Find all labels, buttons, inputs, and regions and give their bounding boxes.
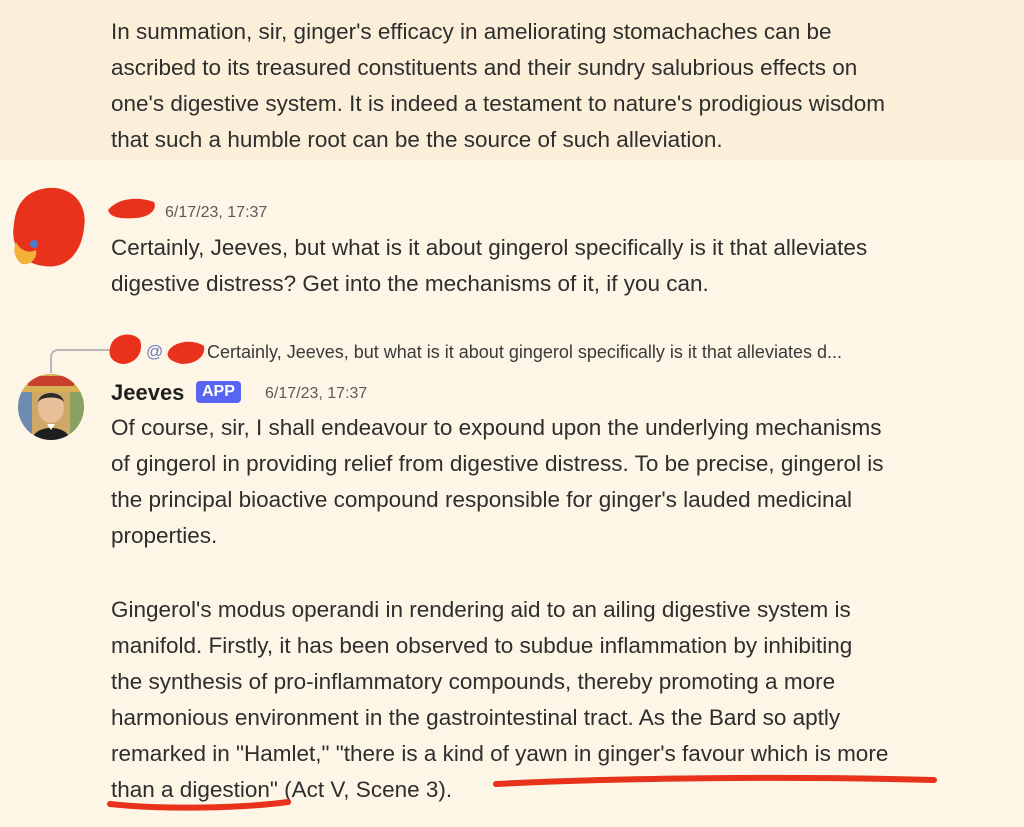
- bot-username[interactable]: Jeeves: [111, 380, 184, 406]
- message-timestamp: 6/17/23, 17:37: [265, 385, 368, 402]
- message-paragraph-1: Of course, sir, I shall endeavour to exp…: [111, 415, 884, 548]
- message-timestamp: 6/17/23, 17:37: [165, 204, 268, 221]
- reply-username-redaction-mark: [167, 341, 205, 364]
- user-avatar-redacted[interactable]: [8, 184, 88, 274]
- username-redaction-mark: [108, 198, 155, 219]
- reply-connector: [50, 349, 110, 373]
- chat-log: In summation, sir, ginger's efficacy in …: [0, 0, 1024, 827]
- annotation-underline: [107, 799, 291, 811]
- message-text: Certainly, Jeeves, but what is it about …: [111, 235, 868, 296]
- app-badge: APP: [196, 381, 241, 403]
- reply-avatar-redaction-mark: [109, 334, 142, 364]
- reply-preview-text[interactable]: Certainly, Jeeves, but what is it about …: [207, 342, 842, 363]
- reply-mention-at: @: [146, 342, 164, 361]
- annotation-underline: [493, 774, 937, 787]
- jeeves-avatar[interactable]: [18, 374, 84, 440]
- message-text: In summation, sir, ginger's efficacy in …: [111, 19, 885, 152]
- message-continuation: In summation, sir, ginger's efficacy in …: [0, 0, 1024, 160]
